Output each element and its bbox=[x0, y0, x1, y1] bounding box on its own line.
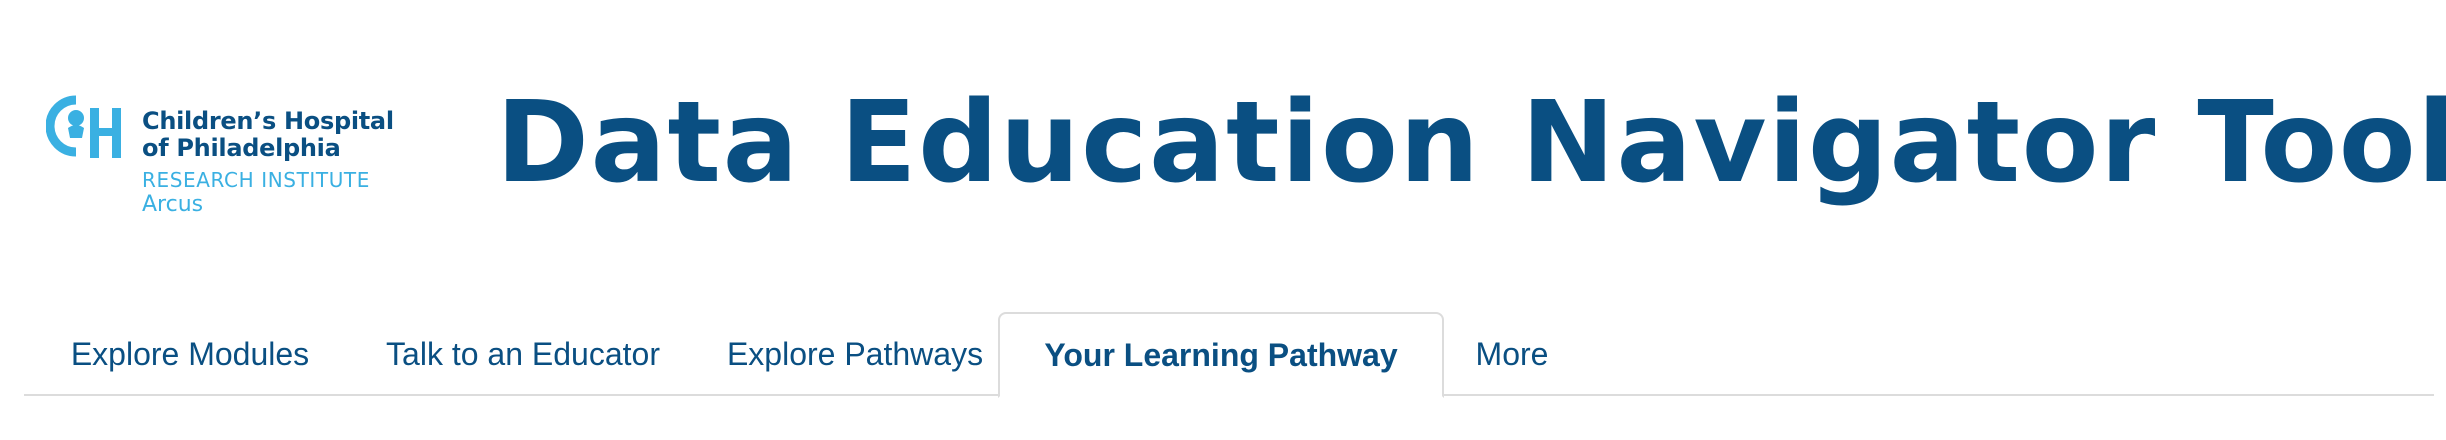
chop-logo[interactable]: Children’s Hospital of Philadelphia RESE… bbox=[46, 94, 394, 218]
tab-more[interactable]: More bbox=[1444, 312, 1580, 396]
main-nav-tabs: Explore Modules Talk to an Educator Expl… bbox=[24, 312, 2434, 398]
tab-your-learning-pathway[interactable]: Your Learning Pathway bbox=[998, 312, 1444, 398]
chop-ch-logo-icon bbox=[46, 95, 121, 158]
logo-line-hospital: Children’s Hospital bbox=[142, 107, 394, 135]
tab-explore-pathways[interactable]: Explore Pathways bbox=[690, 312, 1020, 396]
logo-line-research-institute: RESEARCH INSTITUTE bbox=[142, 168, 370, 192]
tab-label: Talk to an Educator bbox=[386, 335, 660, 372]
logo-wordmark: Children’s Hospital of Philadelphia RESE… bbox=[142, 108, 394, 218]
logo-line-philadelphia: of Philadelphia bbox=[142, 134, 341, 162]
tab-label: Your Learning Pathway bbox=[1044, 336, 1398, 373]
tab-explore-modules[interactable]: Explore Modules bbox=[24, 312, 356, 396]
tab-label: Explore Pathways bbox=[726, 335, 984, 372]
tab-label: More bbox=[1475, 335, 1549, 372]
logo-line-arcus: Arcus bbox=[142, 192, 204, 217]
tab-talk-to-an-educator[interactable]: Talk to an Educator bbox=[356, 312, 690, 396]
site-title: Data Education Navigator Tool bbox=[496, 78, 2446, 208]
tab-label: Explore Modules bbox=[70, 335, 310, 372]
page: Children’s Hospital of Philadelphia RESE… bbox=[0, 0, 2446, 440]
